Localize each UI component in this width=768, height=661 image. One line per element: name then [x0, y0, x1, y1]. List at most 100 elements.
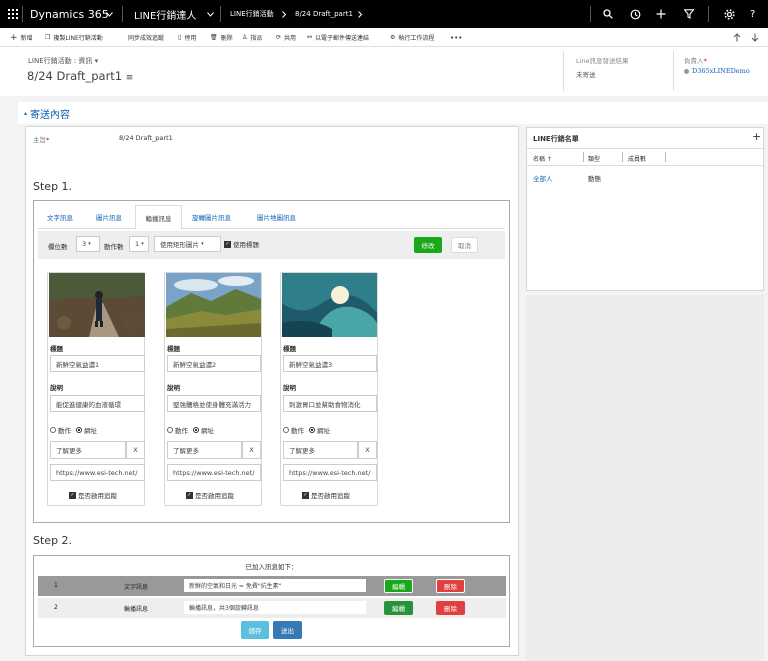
url-option-label: 網址	[201, 427, 214, 435]
row-edit-button[interactable]: 編輯	[384, 601, 413, 615]
list-menu-icon[interactable]: ≡	[126, 73, 134, 83]
row-number: 1	[54, 582, 58, 589]
sync-tracking-button[interactable]: 同步成效追蹤	[128, 28, 164, 47]
add-list-button[interactable]: +	[752, 130, 761, 143]
send-result-value: 未寄送	[576, 71, 596, 79]
tracking-label: 是否啟用追蹤	[195, 492, 234, 500]
card-title-label: 標題	[167, 345, 180, 353]
use-title-checkbox[interactable]: ✓ 使用標題	[224, 239, 259, 249]
col-type-header[interactable]: 類型	[588, 154, 600, 163]
card-desc-input[interactable]: 能促進健康的血液循環	[50, 395, 145, 412]
card-url-input[interactable]: https://www.esi-tech.net/	[167, 464, 261, 481]
card-tracking-checkbox[interactable]: ✓ 是否啟用追蹤	[186, 490, 234, 500]
breadcrumb-record[interactable]: 8/24 Draft_part1	[295, 0, 353, 28]
person-icon	[684, 68, 689, 74]
card-link-type-radios: 動作 網址	[167, 425, 214, 435]
send-button[interactable]: 送出	[273, 621, 302, 639]
module-name[interactable]: LINE行銷達人	[134, 0, 196, 28]
image-mode-select[interactable]: 使用矩形圖片 ▾	[154, 236, 221, 252]
email-link-label: 以電子郵件傳送連結	[315, 35, 370, 42]
card-link-text-input[interactable]: 了解更多	[50, 441, 126, 459]
radio-empty-icon[interactable]	[167, 427, 173, 433]
send-result-label: Line訊息發送結果	[576, 57, 629, 65]
card-tracking-checkbox[interactable]: ✓ 是否啟用追蹤	[69, 490, 117, 500]
col-name-header[interactable]: 名稱 ↑	[533, 154, 552, 163]
owner-label-text: 負責人	[684, 57, 704, 65]
app-launcher-icon[interactable]	[8, 0, 18, 28]
cancel-button[interactable]: 取消	[451, 237, 478, 253]
command-bar: + 新增 ❐ 複製LINE行銷活動 同步成效追蹤 ▯ 停用 🗑 刪除 ♙ 指派 ⟳ 共用 ⚯…	[0, 28, 768, 47]
share-button[interactable]: ⟳ 共用	[276, 28, 296, 47]
section-header: ▴ 寄送內容	[18, 102, 768, 124]
card-clear-button[interactable]: X	[126, 441, 145, 459]
search-icon[interactable]	[603, 0, 613, 28]
row-delete-button[interactable]: 刪除	[436, 579, 465, 593]
radio-empty-icon[interactable]	[283, 427, 289, 433]
col-count-header[interactable]: 成員數	[628, 154, 646, 163]
delete-button[interactable]: 🗑 刪除	[210, 28, 233, 47]
owner-value[interactable]: D365xLINEDemo	[684, 67, 750, 75]
filter-icon[interactable]	[684, 0, 694, 28]
row-delete-button[interactable]: 刪除	[436, 601, 465, 615]
subject-value[interactable]: 8/24 Draft_part1	[119, 134, 173, 142]
plus-icon[interactable]	[656, 0, 666, 28]
assign-button[interactable]: ♙ 指派	[242, 28, 262, 47]
row-content[interactable]: 輪播訊息，共3個旋轉訊息	[184, 601, 366, 614]
card-tracking-checkbox[interactable]: ✓ 是否啟用追蹤	[302, 490, 350, 500]
copy-icon: ❐	[45, 34, 51, 41]
radio-selected-icon[interactable]	[76, 427, 82, 433]
more-commands-button[interactable]: •••	[450, 28, 462, 47]
arrow-up-icon[interactable]	[733, 28, 741, 47]
chevron-down-icon[interactable]	[207, 0, 214, 28]
card-url-input[interactable]: https://www.esi-tech.net/	[283, 464, 377, 481]
arrow-down-icon[interactable]	[751, 28, 759, 47]
history-icon[interactable]	[630, 0, 641, 28]
card-title-input[interactable]: 新鮮空氣益濃2	[167, 355, 261, 372]
deactivate-button[interactable]: ▯ 停用	[178, 28, 196, 47]
new-button[interactable]: + 新增	[10, 28, 33, 47]
person-icon: ♙	[242, 34, 248, 41]
card-clear-button[interactable]: X	[242, 441, 261, 459]
breadcrumb-entity[interactable]: LINE行銷活動	[230, 0, 274, 28]
trash-icon: 🗑	[210, 34, 218, 41]
tracking-label: 是否啟用追蹤	[311, 492, 350, 500]
app-name[interactable]: Dynamics 365	[30, 0, 109, 28]
email-link-button[interactable]: ⚯ 以電子郵件傳送連結	[307, 28, 369, 47]
card-link-text-input[interactable]: 了解更多	[283, 441, 358, 459]
caret-icon: ▴	[24, 110, 28, 117]
column-count-select[interactable]: 3 ▾	[76, 236, 100, 252]
card-title-input[interactable]: 新鮮空氣益濃1	[50, 355, 145, 372]
radio-selected-icon[interactable]	[193, 427, 199, 433]
tab-image-message[interactable]: 圖片訊息	[96, 205, 122, 229]
edit-button[interactable]: 修改	[414, 237, 442, 253]
form-selector[interactable]: LINE行銷活動 : 資訊 ▾	[28, 56, 98, 66]
plus-icon: +	[10, 32, 18, 43]
tab-imagemap-message[interactable]: 圖片地圖訊息	[257, 205, 296, 229]
card-title-input[interactable]: 新鮮空氣益濃3	[283, 355, 377, 372]
settings-gear-icon[interactable]	[724, 0, 735, 28]
row-content[interactable]: 新鮮的空氣和日光 = 免費"抗生素"	[184, 579, 366, 592]
run-workflow-button[interactable]: ⚙ 執行工作流程	[390, 28, 434, 47]
tab-carousel-message[interactable]: 輪播訊息	[135, 205, 182, 230]
required-mark: *	[703, 57, 707, 65]
entity-label: LINE行銷活動 : 資訊	[28, 57, 93, 65]
save-button[interactable]: 儲存	[241, 621, 269, 639]
action-count-value: 1	[135, 240, 140, 248]
radio-selected-icon[interactable]	[309, 427, 315, 433]
section-toggle[interactable]: ▴ 寄送內容	[24, 106, 70, 121]
card-clear-button[interactable]: X	[358, 441, 377, 459]
card-url-input[interactable]: https://www.esi-tech.net/	[50, 464, 145, 481]
card-title-label: 標題	[283, 345, 296, 353]
action-count-select[interactable]: 1 ▾	[129, 236, 149, 252]
chevron-down-icon[interactable]	[106, 0, 113, 28]
card-desc-input[interactable]: 堅強體格並使身體充滿活力	[167, 395, 261, 412]
card-desc-input[interactable]: 刺激胃口並幫助食物消化	[283, 395, 377, 412]
tab-text-message[interactable]: 文字訊息	[47, 205, 73, 229]
row-edit-button[interactable]: 編輯	[384, 579, 413, 593]
copy-line-button[interactable]: ❐ 複製LINE行銷活動	[45, 28, 103, 47]
help-icon[interactable]: ?	[750, 0, 755, 28]
list-row-name[interactable]: 全部人	[533, 173, 553, 183]
card-link-text-input[interactable]: 了解更多	[167, 441, 242, 459]
radio-empty-icon[interactable]	[50, 427, 56, 433]
tab-rotate-image-message[interactable]: 旋轉圖片訊息	[192, 205, 231, 229]
